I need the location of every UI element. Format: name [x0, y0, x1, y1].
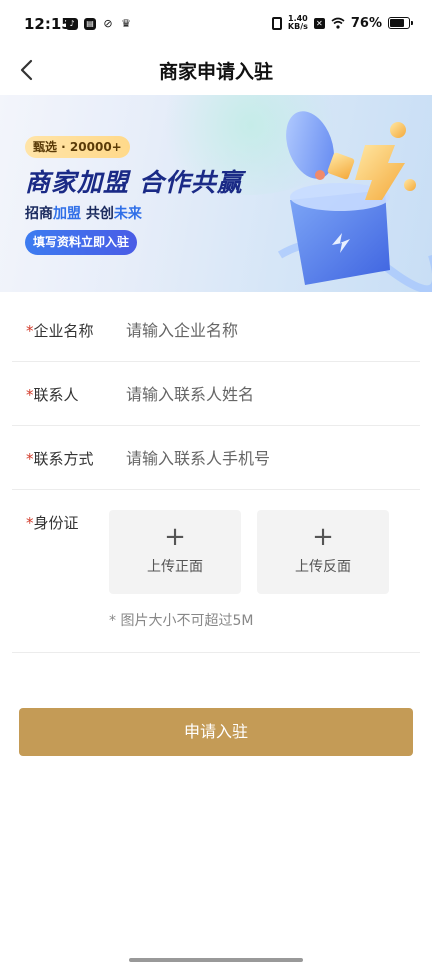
banner-subtitle: 招商加盟 共创未来: [25, 206, 142, 222]
divider: [12, 652, 420, 653]
promo-banner[interactable]: 甄选 · 20000+ 商家加盟 合作共赢 招商加盟 共创未来 填写资料立即入驻: [0, 95, 432, 292]
upload-front-button[interactable]: + 上传正面: [109, 510, 241, 594]
company-name-label: *企业名称: [26, 322, 94, 340]
upload-back-label: 上传反面: [295, 559, 351, 575]
status-app-icons: ♪ ▤ ⊘ ♛: [66, 18, 132, 30]
plus-icon: +: [164, 522, 186, 552]
vibrate-icon: [271, 16, 282, 30]
banner-headline: 商家加盟 合作共赢: [25, 168, 243, 197]
id-card-label: *身份证: [26, 514, 79, 532]
x-icon: ✕: [313, 17, 325, 29]
upload-front-label: 上传正面: [147, 559, 203, 575]
contact-phone-row: *联系方式: [12, 426, 420, 490]
upload-size-note: * 图片大小不可超过5M: [109, 613, 254, 629]
banner-badge: 甄选 · 20000+: [25, 136, 130, 158]
network-speed: 1.40 KB/s: [287, 14, 308, 31]
status-indicators: 1.40 KB/s ✕ 76%: [271, 14, 413, 31]
status-bar: 12:15 ♪ ▤ ⊘ ♛ 1.40 KB/s ✕ 76%: [0, 0, 432, 48]
nav-bar: 商家申请入驻: [0, 48, 432, 94]
home-indicator: [129, 958, 303, 962]
app-notification-icon: ▤: [84, 18, 96, 30]
merchant-form: *企业名称 *联系人 *联系方式: [12, 298, 420, 490]
upload-back-button[interactable]: + 上传反面: [257, 510, 389, 594]
wifi-icon: [331, 17, 345, 29]
crown-icon: ♛: [121, 17, 131, 30]
gift-box-illustration: [277, 111, 432, 292]
page-title: 商家申请入驻: [158, 61, 273, 83]
app-swirl-icon: ⊘: [103, 17, 113, 30]
submit-button[interactable]: 申请入驻: [19, 708, 413, 756]
contact-phone-label: *联系方式: [26, 450, 94, 468]
status-time: 12:15: [24, 15, 72, 33]
contact-phone-input[interactable]: [126, 438, 406, 478]
battery-icon: [388, 17, 413, 29]
company-name-input[interactable]: [126, 310, 406, 350]
plus-icon: +: [312, 522, 334, 552]
contact-name-label: *联系人: [26, 386, 79, 404]
battery-percent: 76%: [350, 15, 382, 31]
company-name-row: *企业名称: [12, 298, 420, 362]
banner-cta-button[interactable]: 填写资料立即入驻: [25, 230, 138, 255]
contact-name-input[interactable]: [126, 374, 406, 414]
contact-name-row: *联系人: [12, 362, 420, 426]
tiktok-icon: ♪: [66, 18, 78, 30]
